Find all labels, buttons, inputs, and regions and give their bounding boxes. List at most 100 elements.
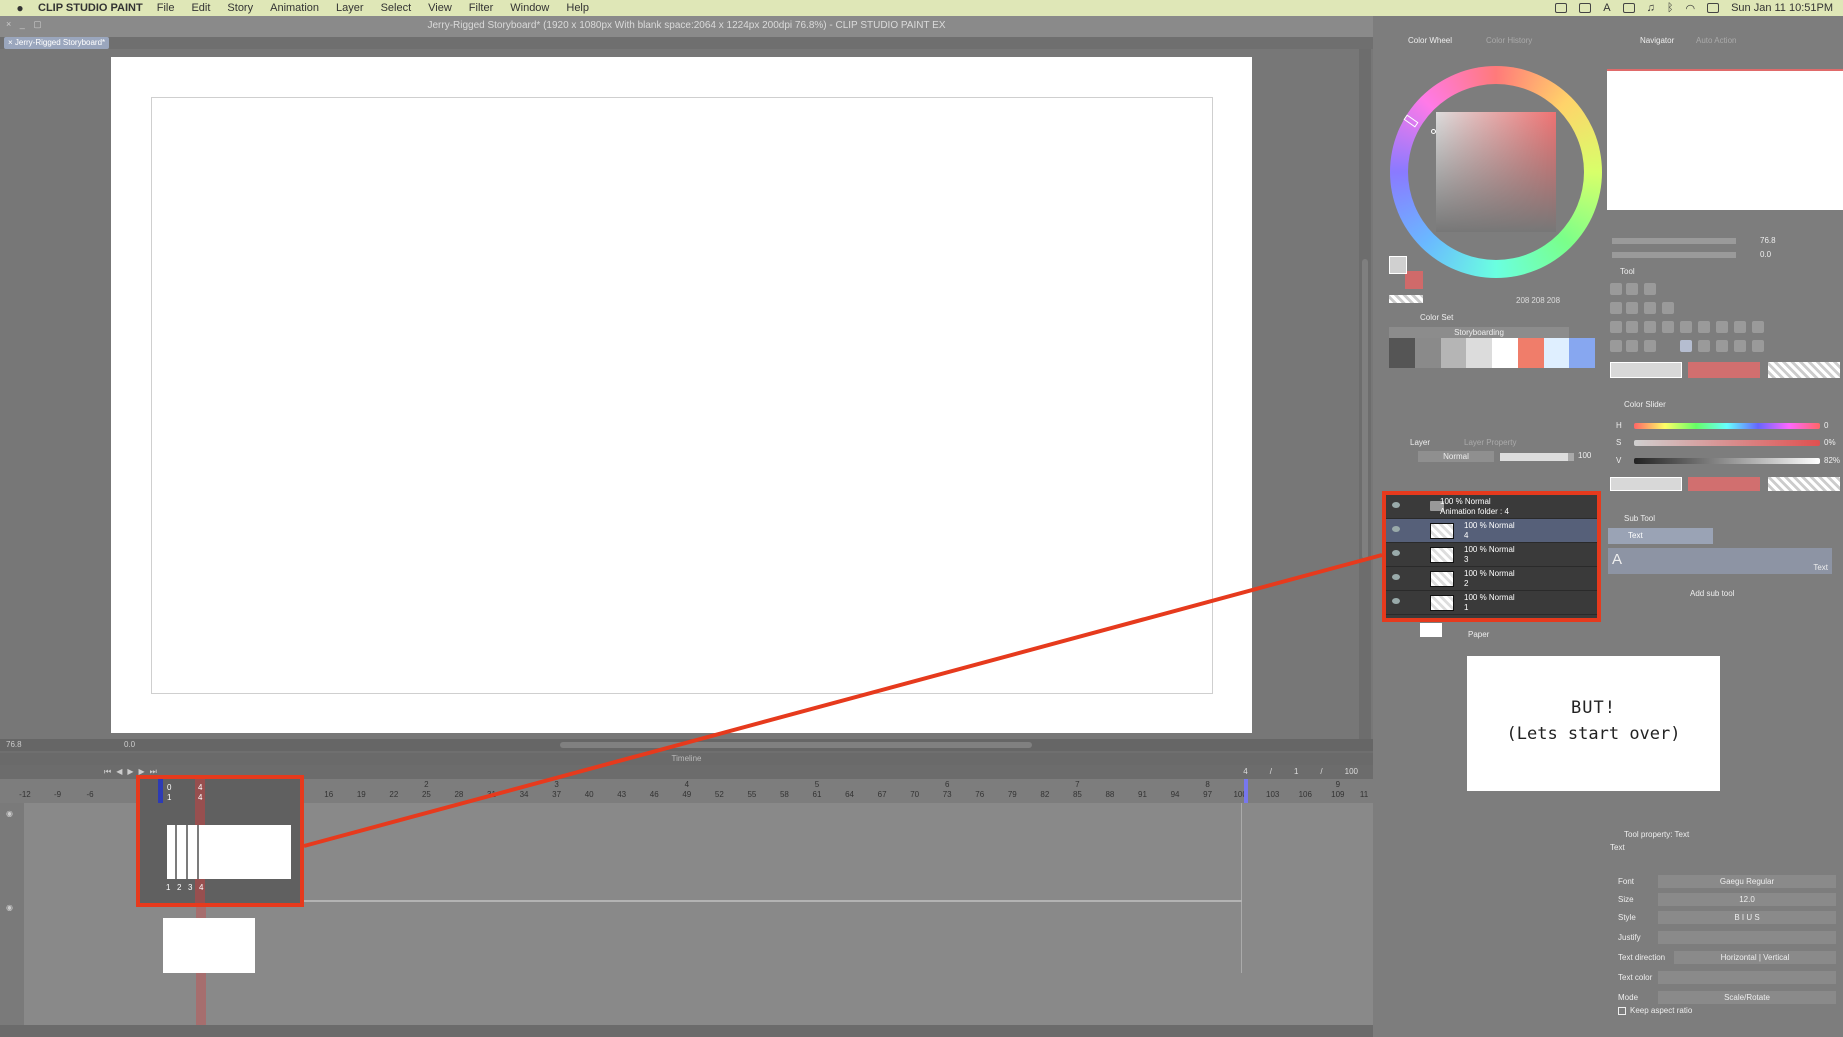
document-tab[interactable]: × Jerry-Rigged Storyboard* — [4, 37, 110, 49]
transparent-color-swatch[interactable] — [1389, 295, 1423, 303]
navigator-preview[interactable] — [1607, 69, 1843, 210]
nav-zoom-value[interactable]: 76.8 — [1760, 236, 1776, 245]
timeline-end-marker[interactable] — [1244, 779, 1248, 803]
eraser-icon[interactable] — [1610, 302, 1622, 314]
saturation-value[interactable]: 0% — [1824, 438, 1836, 447]
menu-edit[interactable]: Edit — [191, 2, 210, 14]
app-name-menu[interactable]: CLIP STUDIO PAINT — [38, 2, 143, 14]
ruler-icon[interactable] — [1626, 340, 1638, 352]
property-value[interactable]: Scale/Rotate — [1658, 991, 1836, 1004]
tool-property-row[interactable]: Style B I U S — [1616, 911, 1838, 924]
saturation-slider-row[interactable]: S 0% — [1616, 438, 1840, 448]
color-swatch[interactable] — [1389, 338, 1415, 368]
value-value[interactable]: 82% — [1824, 456, 1840, 465]
menu-window[interactable]: Window — [510, 2, 549, 14]
clock[interactable]: Sun Jan 11 10:51PM — [1731, 2, 1833, 14]
tool-property-row[interactable]: Size 12.0 — [1616, 893, 1838, 906]
menu-select[interactable]: Select — [381, 2, 412, 14]
tool-property-title[interactable]: Tool property: Text — [1624, 829, 1689, 841]
tool-property-row[interactable]: Text color — [1616, 971, 1838, 984]
color-swatch[interactable] — [1466, 338, 1492, 368]
fill-icon[interactable] — [1610, 321, 1622, 333]
display-icon[interactable] — [1622, 3, 1635, 13]
property-value[interactable]: Gaegu Regular — [1658, 875, 1836, 888]
tool-property-row[interactable]: Justify — [1616, 931, 1838, 944]
hue-bar[interactable] — [1634, 423, 1820, 429]
text-icon[interactable] — [1680, 340, 1692, 352]
tool-transparent-color[interactable] — [1768, 362, 1840, 378]
brush-icon[interactable] — [1626, 283, 1638, 295]
frame-icon[interactable] — [1644, 340, 1656, 352]
pencil-icon[interactable] — [1626, 302, 1638, 314]
hue-slider-row[interactable]: H 0 — [1616, 421, 1840, 431]
menu-filter[interactable]: Filter — [469, 2, 493, 14]
saturation-bar[interactable] — [1634, 440, 1820, 446]
color-swatch[interactable] — [1440, 338, 1467, 368]
navigator-tab[interactable]: Navigator — [1640, 35, 1674, 47]
subtool-text-large[interactable]: A Text — [1608, 548, 1832, 574]
saturation-value-square[interactable] — [1436, 112, 1556, 232]
color-slider-title[interactable]: Color Slider — [1624, 399, 1666, 411]
color-set-select[interactable]: Storyboarding — [1389, 327, 1569, 338]
property-value[interactable]: B I U S — [1658, 911, 1836, 924]
layer-tab[interactable]: Layer — [1410, 437, 1430, 449]
slider-transparent-color[interactable] — [1768, 477, 1840, 491]
layer-visibility-icon[interactable] — [1392, 598, 1400, 604]
menu-icon[interactable] — [1644, 283, 1656, 295]
nav-rotate-value[interactable]: 0.0 — [1760, 250, 1771, 259]
pen-icon[interactable] — [1610, 283, 1622, 295]
value-slider-row[interactable]: V 82% — [1616, 456, 1840, 466]
track2-eye-icon[interactable]: ◉ — [6, 903, 13, 912]
figure-icon[interactable] — [1610, 340, 1622, 352]
property-value[interactable] — [1658, 931, 1836, 944]
menu-help[interactable]: Help — [566, 2, 589, 14]
layer-row-folder[interactable]: 100 % Normal Animation folder : 4 — [1386, 495, 1597, 519]
menu-file[interactable]: File — [157, 2, 175, 14]
lasso-icon[interactable] — [1716, 321, 1728, 333]
blend-mode-select[interactable]: Normal — [1418, 451, 1494, 462]
color-wheel-tab[interactable]: Color Wheel — [1408, 35, 1452, 47]
menu-story[interactable]: Story — [227, 2, 253, 14]
zoom-icon[interactable] — [1662, 321, 1674, 333]
layer-visibility-icon[interactable] — [1392, 550, 1400, 556]
menu-layer[interactable]: Layer — [336, 2, 364, 14]
layer-visibility-icon[interactable] — [1392, 502, 1400, 508]
tool-property-row[interactable]: Mode Scale/Rotate — [1616, 991, 1838, 1004]
hue-value[interactable]: 0 — [1824, 421, 1828, 430]
animation-cels[interactable] — [167, 825, 291, 879]
current-frame[interactable]: 4 — [1243, 767, 1247, 776]
property-value[interactable]: 12.0 — [1658, 893, 1836, 906]
grid-icon[interactable] — [1579, 3, 1592, 13]
auto-action-tab[interactable]: Auto Action — [1696, 35, 1736, 47]
value-bar[interactable] — [1634, 458, 1820, 464]
opacity-value[interactable]: 100 — [1578, 451, 1591, 460]
slider-main-color[interactable] — [1610, 477, 1682, 491]
layer-row[interactable]: 100 % Normal 1 — [1386, 591, 1597, 615]
dropbox-icon[interactable] — [1555, 3, 1568, 13]
tool-property-row[interactable]: Text direction Horizontal | Vertical — [1616, 951, 1838, 964]
color-swatch[interactable] — [1543, 338, 1570, 368]
eyedropper-icon[interactable] — [1662, 302, 1674, 314]
slider-sub-color[interactable] — [1688, 477, 1760, 491]
layer-row[interactable]: 100 % Normal 2 — [1386, 567, 1597, 591]
list-icon[interactable] — [1752, 340, 1764, 352]
main-color-swatch[interactable] — [1389, 256, 1407, 274]
layer-row[interactable]: 100 % Normal 4 — [1386, 519, 1597, 543]
first-frame-icon[interactable]: ⏮ — [104, 767, 111, 777]
color-swatch[interactable] — [1414, 338, 1441, 368]
bluetooth-icon[interactable]: ᛒ — [1667, 2, 1674, 14]
input-source-indicator[interactable]: A — [1603, 2, 1610, 14]
canvas-vertical-scrollbar[interactable] — [1359, 49, 1371, 739]
track1-eye-icon[interactable]: ◉ — [6, 809, 13, 818]
apple-menu-icon[interactable]: ● — [12, 0, 28, 16]
play-icon[interactable]: ▶ — [127, 767, 133, 777]
scroll-thumb[interactable] — [1362, 259, 1368, 559]
wand-icon[interactable] — [1698, 321, 1710, 333]
wifi-icon[interactable]: ◠ — [1685, 2, 1695, 15]
tool-panel-title[interactable]: Tool — [1620, 266, 1635, 278]
layer-row-paper[interactable]: Paper — [1388, 621, 1598, 639]
menu-animation[interactable]: Animation — [270, 2, 319, 14]
property-value[interactable] — [1658, 971, 1836, 984]
layer-row[interactable]: 100 % Normal 3 — [1386, 543, 1597, 567]
color-history-tab[interactable]: Color History — [1486, 35, 1532, 47]
